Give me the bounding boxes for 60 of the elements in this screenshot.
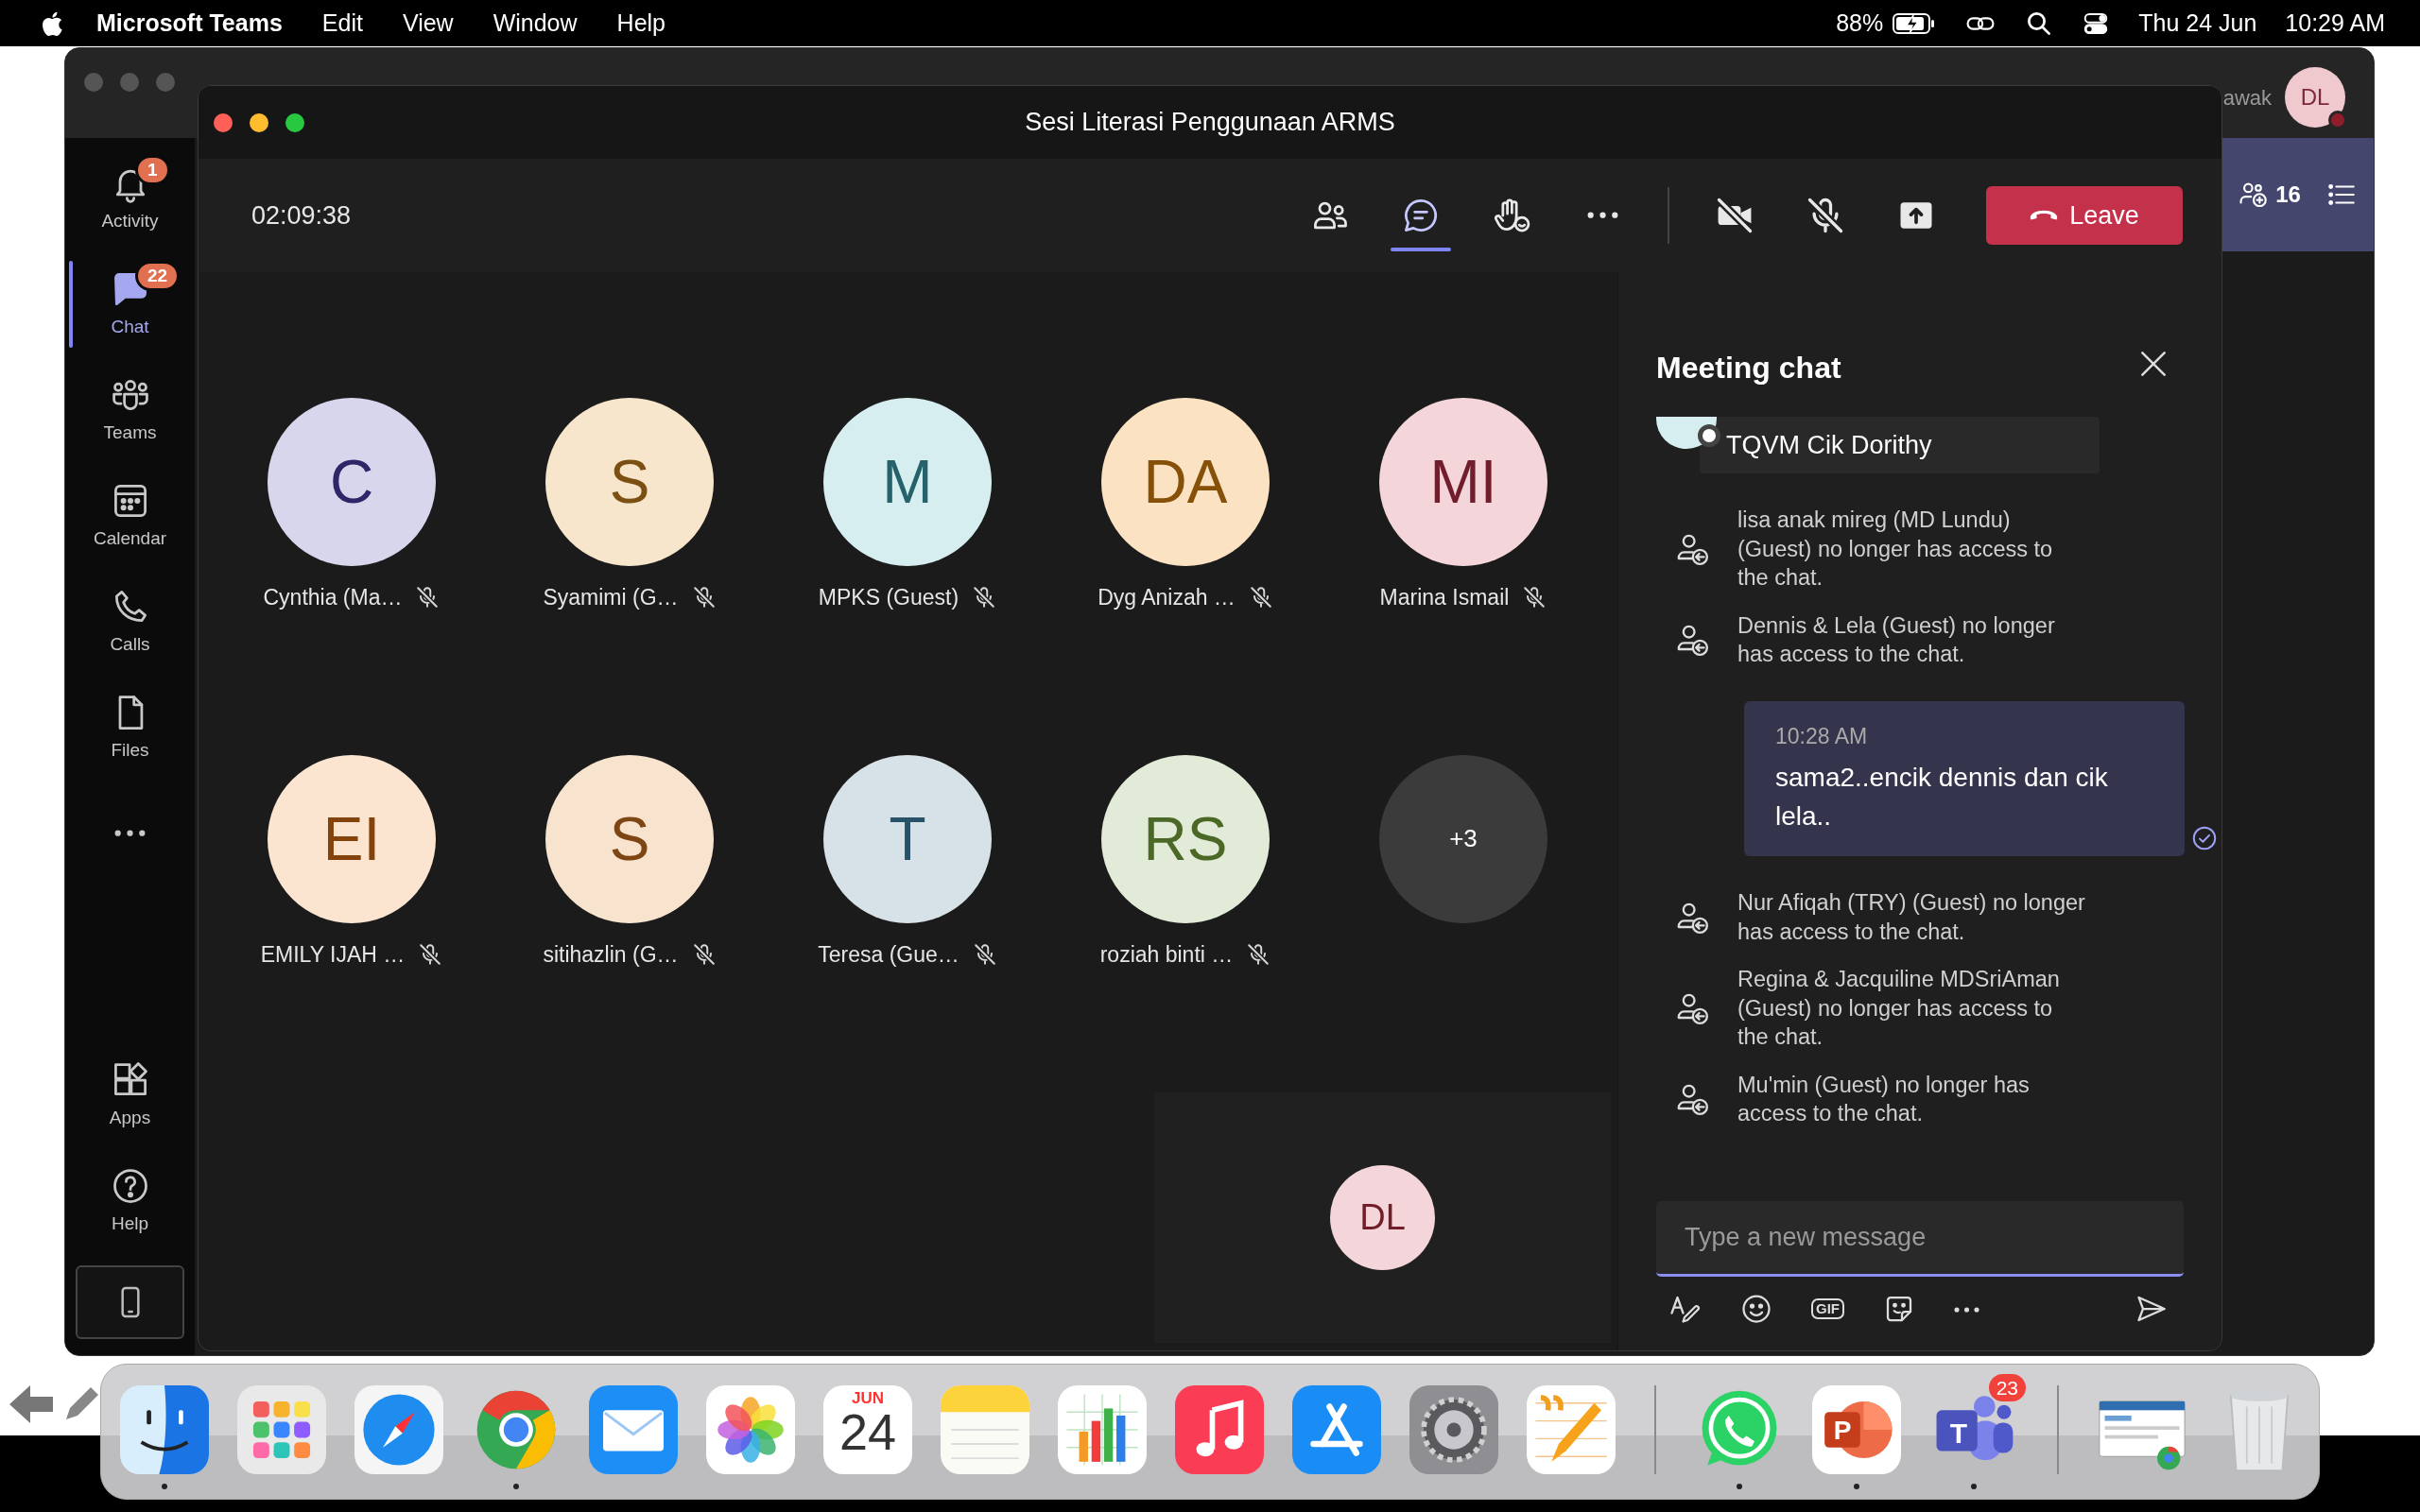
participant-avatar: S (545, 398, 714, 566)
participant-name: MPKS (Guest) (818, 584, 959, 611)
meeting-timer: 02:09:38 (251, 199, 352, 232)
participant-avatar: EI (268, 754, 436, 923)
app-letter: T (1948, 1417, 1969, 1451)
window-title: Sesi Literasi Penggunaan ARMS (1025, 107, 1395, 139)
day-label: 24 (838, 1406, 897, 1457)
leave-button[interactable]: Leave (1986, 186, 2183, 245)
participant-avatar: C (268, 398, 436, 566)
menu-item[interactable]: View (402, 5, 454, 42)
participant-name: EMILY IJAH … (260, 940, 406, 969)
message-time: 10:28 AM (1775, 722, 1869, 750)
calendar-app-icon[interactable]: JUN 24 (823, 1385, 912, 1474)
battery-percent: 88% (1836, 8, 1884, 38)
system-message: Dennis & Lela (Guest) no longer has access to the chat. (1737, 611, 2056, 668)
participant-avatar: M (823, 398, 992, 566)
user-avatar[interactable]: DL (2285, 67, 2345, 128)
system-message: lisa anak mireg (MD Lundu) (Guest) no longer has access to the chat. (1737, 507, 2054, 592)
menubar-date[interactable]: Thu 24 Jun (2138, 5, 2257, 42)
self-avatar: DL (1330, 1165, 1435, 1270)
participant-avatar: MI (1379, 398, 1547, 566)
menubar-time[interactable]: 10:29 AM (2285, 5, 2385, 42)
participant-name: Cynthia (Ma… (263, 584, 403, 611)
message-text: sama2..encik dennis dan cik lela.. (1775, 762, 2109, 833)
menu-item[interactable]: Window (493, 5, 578, 42)
participant-name: sitihazlin (G… (543, 940, 679, 969)
app-letter: P (1832, 1415, 1853, 1447)
menu-item[interactable]: Edit (321, 5, 363, 42)
notification-badge: 23 (1988, 1374, 2026, 1402)
participant-name: Marina Ismail (1379, 584, 1510, 611)
message-field[interactable]: Type a new message (1656, 1201, 2184, 1277)
rail-item[interactable]: Help (65, 1148, 195, 1254)
gif-button[interactable]: GIF (1811, 1297, 1844, 1320)
rail-item[interactable]: Calls (65, 569, 195, 675)
user-name[interactable]: awak (2222, 81, 2272, 113)
rail-item[interactable]: Files (65, 675, 195, 781)
rail-item[interactable]: Activity 1 (65, 146, 195, 251)
more-participants-button[interactable]: +3 (1379, 754, 1547, 923)
participant-name: Dyg Anizah … (1098, 584, 1236, 611)
participant-name: roziah binti … (1099, 940, 1234, 969)
notification-badge: 1 (135, 155, 170, 185)
participant-avatar: RS (1101, 754, 1270, 923)
system-message: Mu'min (Guest) no longer has access to the chat. (1737, 1071, 2031, 1127)
participant-name: Teresa (Gue… (818, 940, 959, 969)
participant-avatar: T (823, 754, 992, 923)
app-name[interactable]: Microsoft Teams (96, 5, 283, 42)
participant-count: 16 (2275, 180, 2301, 209)
rail-item[interactable]: Apps (65, 1042, 195, 1148)
rail-item[interactable]: Calendar (65, 463, 195, 569)
system-message: Nur Afiqah (TRY) (Guest) no longer has access to the chat. (1737, 889, 2086, 946)
participant-avatar: DA (1101, 398, 1270, 566)
month-label: JUN (852, 1390, 884, 1406)
system-message: Regina & Jacquiline MDSriAman (Guest) no longer has access to the chat. (1737, 966, 2061, 1051)
rail-item[interactable]: Chat 22 (65, 251, 195, 357)
rail-item[interactable]: Teams (65, 357, 195, 463)
panel-title: Meeting chat (1656, 352, 1841, 383)
participant-avatar: S (545, 754, 714, 923)
menu-item[interactable]: Help (616, 5, 666, 42)
participant-name: Syamimi (G… (543, 584, 679, 611)
message-card: TQVM Cik Dorithy (1700, 417, 2100, 473)
